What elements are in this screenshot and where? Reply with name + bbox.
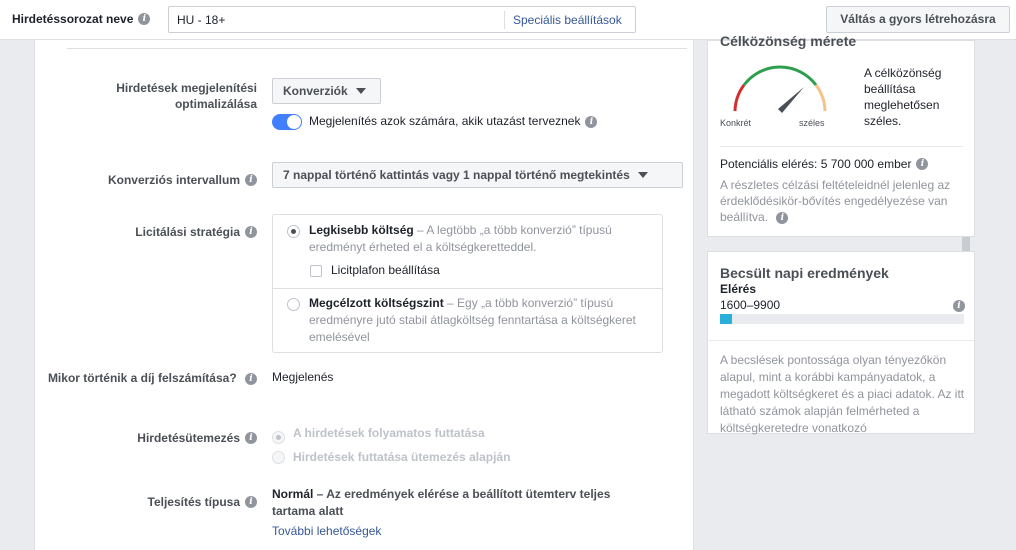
- estimate-note: A becslések pontossága olyan tényezőkön …: [720, 353, 965, 435]
- target-cost-radio[interactable]: [287, 298, 300, 311]
- daily-estimate-title: Becsült napi eredmények: [720, 265, 889, 281]
- audience-size-card: Célközönség mérete Konkrét széles A célk…: [707, 33, 975, 237]
- campaign-name-label: Hirdetéssorozat neve i: [12, 12, 151, 26]
- info-icon[interactable]: i: [245, 174, 257, 186]
- reach-range: 1600–9900: [720, 298, 781, 312]
- travel-toggle[interactable]: [272, 114, 302, 130]
- info-icon[interactable]: i: [585, 115, 598, 128]
- info-icon[interactable]: i: [138, 13, 151, 25]
- info-icon[interactable]: i: [953, 300, 965, 312]
- lowest-cost-radio[interactable]: [287, 225, 300, 238]
- gauge-left-label: Konkrét: [720, 118, 752, 128]
- delivery-type-label: Teljesítés típusa i: [35, 494, 257, 510]
- section-divider: [67, 48, 687, 49]
- optimization-dropdown[interactable]: Konverziók: [272, 78, 381, 104]
- gauge-right-label: széles: [799, 118, 825, 128]
- caret-down-icon: [355, 87, 366, 94]
- main-panel: Hirdetések megjelenítési optimalizálása …: [34, 40, 694, 550]
- conversion-window-label: Konverziós intervallum i: [35, 172, 257, 188]
- conversion-window-value: 7 nappal történő kattintás vagy 1 nappal…: [283, 168, 630, 182]
- scheduled-label[interactable]: Hirdetések futtatása ütemezés alapján: [293, 450, 510, 464]
- bid-strategy-label: Licitálási stratégia i: [35, 224, 257, 240]
- campaign-name-input[interactable]: HU - 18+ Speciális beállítások: [168, 6, 636, 33]
- billing-label: Mikor történik a díj felszámítása? i: [35, 370, 257, 386]
- info-icon[interactable]: i: [245, 372, 257, 385]
- optimization-label: Hirdetések megjelenítési optimalizálása: [116, 81, 257, 111]
- bid-cap-label[interactable]: Licitplafon beállítása: [331, 262, 440, 279]
- info-icon[interactable]: i: [916, 158, 929, 170]
- audience-gauge-icon: [733, 65, 827, 113]
- billing-value: Megjelenés: [272, 370, 334, 384]
- audience-description: A célközönség beállítása meglehetősen sz…: [864, 66, 942, 128]
- scheduling-label: Hirdetésütemezés i: [35, 430, 257, 446]
- delivery-type-value: Normál – Az eredmények elérése a beállít…: [272, 487, 611, 518]
- info-icon[interactable]: i: [776, 211, 789, 224]
- toggle-knob: [287, 115, 301, 129]
- lowest-cost-option[interactable]: Legkisebb költség – A legtöbb „a több ko…: [309, 222, 654, 256]
- bid-box-divider: [273, 288, 662, 289]
- continuous-schedule-radio[interactable]: [272, 431, 285, 444]
- audience-size-title: Célközönség mérete: [720, 33, 857, 49]
- potential-reach: Potenciális elérés: 5 700 000 ember i: [720, 157, 929, 171]
- campaign-name-label-text: Hirdetéssorozat neve: [12, 12, 134, 26]
- conversion-window-dropdown[interactable]: 7 nappal történő kattintás vagy 1 nappal…: [272, 162, 683, 188]
- card-divider: [720, 146, 964, 147]
- top-bar: Hirdetéssorozat neve i HU - 18+ Speciáli…: [0, 0, 1016, 40]
- info-icon[interactable]: i: [245, 226, 257, 238]
- target-cost-option[interactable]: Megcélzott költségszint – Egy „a több ko…: [309, 295, 654, 346]
- daily-estimate-card: Becsült napi eredmények Elérés 1600–9900…: [707, 251, 975, 435]
- caret-down-icon: [637, 171, 648, 178]
- reach-bar-fill: [720, 314, 733, 324]
- info-icon[interactable]: i: [245, 432, 257, 444]
- audience-note: A részletes célzási feltételeidnél jelen…: [720, 178, 951, 224]
- campaign-name-value[interactable]: HU - 18+: [177, 13, 225, 27]
- quick-create-button[interactable]: Váltás a gyors létrehozásra: [826, 6, 1010, 33]
- input-divider: [504, 11, 505, 29]
- more-options-link[interactable]: További lehetőségek: [272, 524, 381, 538]
- info-icon[interactable]: i: [245, 496, 257, 508]
- reach-bar: [720, 314, 964, 324]
- travel-toggle-label: Megjelenítés azok számára, akik utazást …: [309, 113, 598, 130]
- bid-strategy-box: Legkisebb költség – A legtöbb „a több ko…: [272, 214, 663, 353]
- scheduled-radio[interactable]: [272, 451, 285, 464]
- optimization-dropdown-value: Konverziók: [283, 84, 348, 98]
- continuous-schedule-label[interactable]: A hirdetések folyamatos futtatása: [293, 426, 485, 440]
- card-divider: [708, 340, 974, 341]
- bid-cap-checkbox[interactable]: [310, 265, 322, 277]
- reach-metric-label: Elérés: [720, 282, 757, 296]
- special-settings-link[interactable]: Speciális beállítások: [513, 13, 622, 27]
